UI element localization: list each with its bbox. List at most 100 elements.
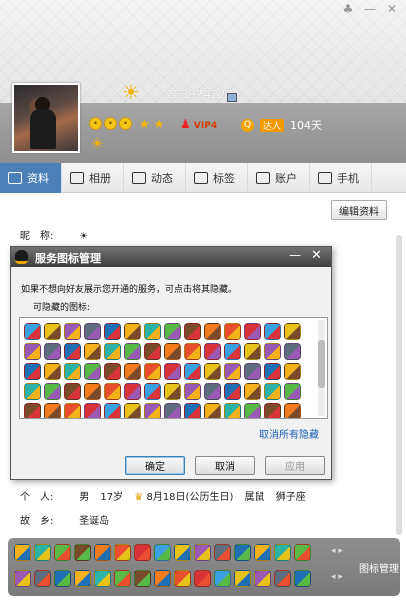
hideable-service-icon[interactable] [24,323,41,340]
service-icon[interactable] [154,544,171,561]
icon-list-scrollbar[interactable] [318,320,325,416]
avatar[interactable] [12,83,80,153]
hideable-service-icon[interactable] [144,403,161,418]
service-icon[interactable] [214,570,231,587]
hideable-service-icon[interactable] [144,383,161,400]
dialog-minimize-button[interactable]: — [289,248,301,262]
hideable-service-icon[interactable] [104,383,121,400]
hideable-service-icon[interactable] [24,403,41,418]
tab-account[interactable]: 账户 [248,163,310,193]
apply-button[interactable]: 应用 [265,456,325,475]
hideable-service-icon[interactable] [244,323,261,340]
hideable-service-icon[interactable] [244,363,261,380]
hideable-service-icon[interactable] [124,363,141,380]
level-smileys[interactable]: • • • [89,117,132,130]
tab-feed[interactable]: 动态 [124,163,186,193]
hideable-service-icon[interactable] [204,343,221,360]
hideable-service-icon[interactable] [144,343,161,360]
hideable-service-icon[interactable] [164,403,181,418]
service-icon[interactable] [14,570,31,587]
hideable-service-icon[interactable] [64,403,81,418]
hideable-service-icon[interactable] [164,363,181,380]
hideable-service-icon[interactable] [104,363,121,380]
hideable-service-icon[interactable] [224,383,241,400]
icon-manage-link[interactable]: 图标管理 [359,560,399,575]
hideable-service-icon[interactable] [164,323,181,340]
hideable-service-icon[interactable] [204,403,221,418]
service-icon[interactable] [254,570,271,587]
hideable-service-icon[interactable] [184,383,201,400]
vip-badge[interactable]: ♟ VIP4 [180,117,217,131]
hideable-service-icon[interactable] [104,323,121,340]
service-icon[interactable] [294,570,311,587]
hideable-service-icon[interactable] [204,323,221,340]
hideable-service-icon[interactable] [124,403,141,418]
tab-mobile[interactable]: 手机 [310,163,372,193]
hideable-service-icon[interactable] [124,383,141,400]
hideable-service-icon[interactable] [244,383,261,400]
service-icon[interactable] [214,544,231,561]
hideable-service-icon[interactable] [84,403,101,418]
strip-scroll-arrows-icon[interactable]: ◂ ▸ [331,572,343,582]
service-icon[interactable] [134,570,151,587]
service-icon[interactable] [294,544,311,561]
hideable-service-icon[interactable] [224,343,241,360]
unhide-all-link[interactable]: 取消所有隐藏 [259,426,319,441]
hideable-service-icon[interactable] [224,323,241,340]
service-icon[interactable] [154,570,171,587]
tab-album[interactable]: 相册 [62,163,124,193]
hideable-service-icon[interactable] [224,363,241,380]
hideable-service-icon[interactable] [44,343,61,360]
hideable-service-icon[interactable] [104,343,121,360]
ok-button[interactable]: 确定 [125,456,185,475]
hideable-service-icon[interactable] [284,383,301,400]
dialog-titlebar[interactable]: 服务图标管理 — ✕ [11,247,331,267]
hideable-service-icon[interactable] [84,363,101,380]
hideable-service-icon[interactable] [144,323,161,340]
hideable-service-icon[interactable] [84,323,101,340]
dialog-close-button[interactable]: ✕ [311,248,322,263]
service-icon[interactable] [14,544,31,561]
tab-profile[interactable]: 资料 [0,163,62,193]
service-icon[interactable] [194,570,211,587]
level-stars-icon[interactable]: ★ ★ [139,117,164,131]
strip-scroll-arrows-icon[interactable]: ◂ ▸ [331,546,343,556]
hideable-service-icon[interactable] [64,323,81,340]
hideable-service-icon[interactable] [204,363,221,380]
hideable-service-icon[interactable] [284,323,301,340]
hideable-service-icon[interactable] [264,343,281,360]
hideable-service-icon[interactable] [64,363,81,380]
service-icon[interactable] [114,544,131,561]
skin-icon[interactable]: ♣ [340,2,356,16]
minimize-button[interactable]: — [362,2,378,16]
service-icon[interactable] [194,544,211,561]
hideable-service-icon[interactable] [284,403,301,418]
daren-badge[interactable]: Q 达人 104天 [241,117,322,133]
hideable-service-icon[interactable] [64,343,81,360]
hideable-service-icon[interactable] [264,363,281,380]
service-icon[interactable] [34,570,51,587]
hideable-service-icon[interactable] [164,383,181,400]
hideable-service-icon[interactable] [204,383,221,400]
hideable-service-icon[interactable] [224,403,241,418]
tab-tags[interactable]: 标签 [186,163,248,193]
hideable-service-icon[interactable] [64,383,81,400]
service-icon[interactable] [114,570,131,587]
hideable-service-icon[interactable] [44,323,61,340]
service-icon[interactable] [34,544,51,561]
service-icon[interactable] [74,544,91,561]
hideable-service-icon[interactable] [244,403,261,418]
hideable-service-icon[interactable] [144,363,161,380]
service-icon[interactable] [234,570,251,587]
service-icon[interactable] [174,544,191,561]
hideable-service-icon[interactable] [164,343,181,360]
hideable-service-icon[interactable] [184,363,201,380]
service-icon[interactable] [54,544,71,561]
hideable-service-icon[interactable] [264,323,281,340]
hideable-service-icon[interactable] [264,383,281,400]
hideable-service-icon[interactable] [124,323,141,340]
hideable-service-icon[interactable] [24,363,41,380]
hideable-service-icon[interactable] [124,343,141,360]
hideable-service-icon[interactable] [184,323,201,340]
service-icon[interactable] [254,544,271,561]
